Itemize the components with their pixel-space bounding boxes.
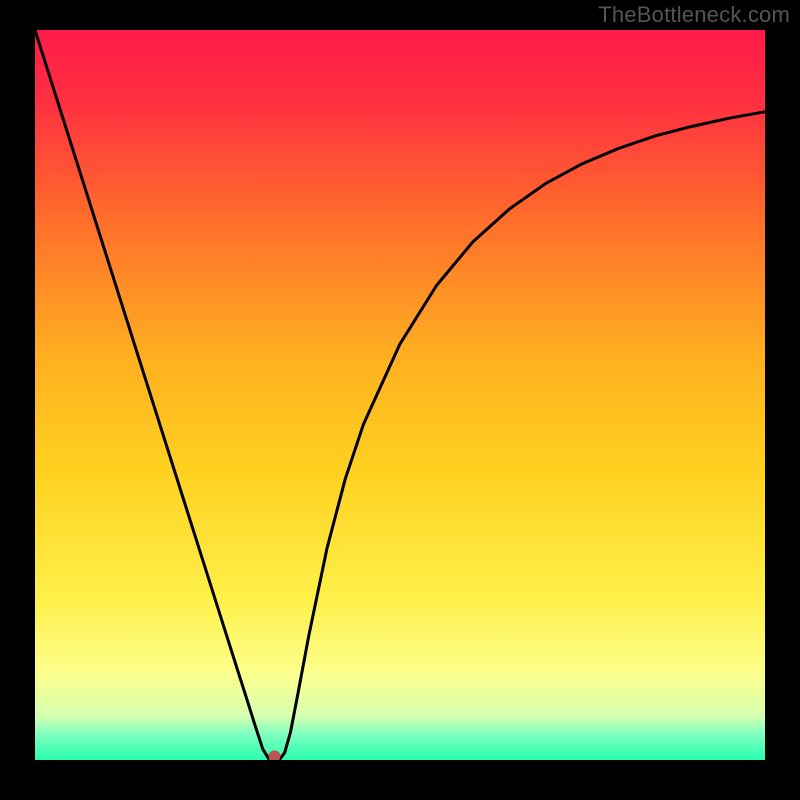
plot-background	[35, 30, 765, 760]
plot-svg	[35, 30, 765, 760]
watermark-text: TheBottleneck.com	[598, 2, 790, 28]
chart-container: TheBottleneck.com	[0, 0, 800, 800]
plot-area	[35, 30, 765, 760]
